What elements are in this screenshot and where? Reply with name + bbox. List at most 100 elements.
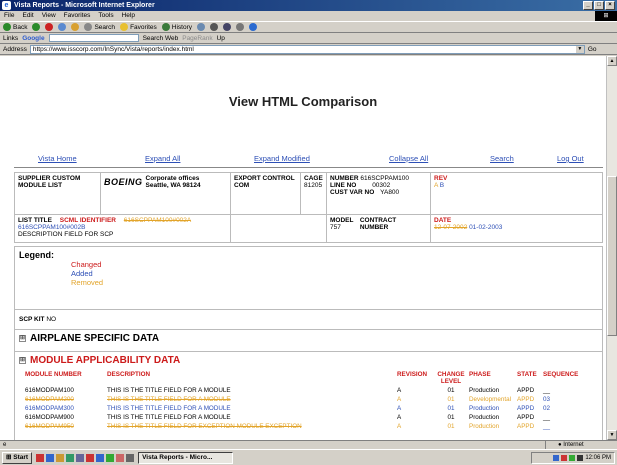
quicklaunch-app-icon[interactable] [76,453,85,462]
tray-icon[interactable] [553,455,560,461]
scml-label: SCML IDENTIFIER [59,217,116,224]
legend-title: Legend: [19,250,54,260]
google-logo[interactable]: Google [22,35,44,42]
module-section: ⊞ MODULE APPLICABILITY DATA MODULE NUMBE… [14,352,603,440]
edit-icon[interactable] [223,23,232,31]
contract-label: CONTRACT NUMBER [359,217,397,231]
messenger-icon[interactable] [249,23,258,31]
cell-sequence: __ [543,387,551,394]
system-tray: 12:06 PM [531,452,615,464]
vertical-scrollbar[interactable]: ▲ ▼ [606,56,617,440]
menu-help[interactable]: Help [122,11,135,21]
history-button[interactable]: History [161,23,193,31]
nav-links: Vista Home Expand All Expand Modified Co… [0,154,606,164]
links-toolbar: Links Google Search Web PageRank Up [0,33,617,44]
menu-favorites[interactable]: Favorites [64,11,91,21]
scml-new: 616SCPPAM100#002B [18,224,86,231]
mail-icon[interactable] [197,23,206,31]
scroll-down-icon[interactable]: ▼ [607,430,617,440]
cell-revision: A [397,387,402,394]
favorites-button[interactable]: Favorites [120,23,157,31]
table-row: 616MODPAM100 THIS IS THE TITLE FIELD FOR … [23,386,603,395]
line-label: LINE NO [330,182,357,189]
module-section-title[interactable]: MODULE APPLICABILITY DATA [30,355,180,366]
airplane-section-title[interactable]: AIRPLANE SPECIFIC DATA [30,333,159,344]
start-label: Start [13,453,29,461]
taskbar: ⊞ Start Vista Reports - Micro... 12:06 P… [0,449,617,465]
up-button[interactable]: Up [217,35,225,42]
line-value: 00302 [372,182,391,189]
boeing-cell: BOEING Corporate offices Seattle, WA 981… [100,172,231,215]
back-button[interactable]: Back [3,23,27,31]
start-button[interactable]: ⊞ Start [2,451,33,464]
print-icon[interactable] [210,23,219,31]
menu-file[interactable]: File [4,11,14,21]
menu-tools[interactable]: Tools [98,11,113,21]
quicklaunch-app-icon[interactable] [96,453,105,462]
export-control-label: EXPORT CONTROL COM [230,172,301,215]
minimize-button[interactable]: _ [583,1,593,10]
google-search-input[interactable] [48,34,139,42]
links-label[interactable]: Links [3,35,18,42]
list-title-value: DESCRIPTION FIELD FOR SCP [18,231,114,238]
refresh-icon[interactable] [58,23,67,31]
cell-change-level: 01 [447,405,455,412]
history-label: History [171,23,193,31]
search-button[interactable]: Search [84,23,115,31]
cell-state: APPD [517,423,535,430]
menu-view[interactable]: View [42,11,56,21]
custvar-label: CUST VAR NO [330,189,375,196]
page-content: View HTML Comparison Vista Home Expand A… [0,56,606,440]
nav-search[interactable]: Search [490,154,514,163]
search-web-button[interactable]: Search Web [143,35,179,42]
pagerank-button[interactable]: PageRank [182,35,212,42]
cell-sequence: 03 [543,396,551,403]
nav-collapse-all[interactable]: Collapse All [389,154,428,163]
number-value: 616SCPPAM100 [360,175,410,182]
nav-vista-home[interactable]: Vista Home [38,154,77,163]
taskbar-window-button[interactable]: Vista Reports - Micro... [138,451,234,464]
address-dropdown-icon[interactable]: ▼ [575,45,584,53]
discuss-icon[interactable] [236,23,245,31]
close-button[interactable]: × [605,1,615,10]
model-value: 757 [330,224,341,231]
nav-expand-all[interactable]: Expand All [145,154,180,163]
cell-sequence: 02 [543,405,551,412]
quicklaunch-app-icon[interactable] [126,453,135,462]
date-new: 01-02-2003 [469,224,503,231]
quicklaunch-ie-icon[interactable] [46,453,55,462]
module-table: MODULE NUMBER DESCRIPTION REVISION CHANG… [23,370,603,431]
quicklaunch-app-icon[interactable] [66,453,75,462]
cell-description: THIS IS THE TITLE FIELD FOR EXCEPTION MO… [107,423,302,430]
expand-icon[interactable]: ⊞ [19,335,26,342]
expand-icon[interactable]: ⊞ [19,357,26,364]
go-button[interactable]: Go [588,46,597,53]
menu-edit[interactable]: Edit [22,11,33,21]
page-title: View HTML Comparison [228,94,378,109]
quicklaunch-app-icon[interactable] [36,453,45,462]
cell-module-number: 616MODPAM100 [25,387,74,394]
stop-icon[interactable] [45,23,54,31]
quicklaunch-app-icon[interactable] [116,453,125,462]
airplane-section[interactable]: ⊞ AIRPLANE SPECIFIC DATA [14,330,603,352]
nav-log-out[interactable]: Log Out [557,154,584,163]
scroll-thumb[interactable] [607,176,617,336]
cell-module-number: 616MODPAM950 [25,423,74,430]
quicklaunch-folder-icon[interactable] [56,453,65,462]
header-table: SUPPLIER CUSTOM MODULE LIST BOEING Corpo… [14,172,603,243]
maximize-button[interactable]: □ [594,1,604,10]
home-icon[interactable] [71,23,80,31]
nav-expand-modified[interactable]: Expand Modified [254,154,310,163]
quicklaunch-app-icon[interactable] [86,453,95,462]
cell-change-level: 01 [447,387,455,394]
address-input[interactable]: https://www.isscorp.com/InSync/Vista/rep… [29,44,585,54]
tray-icon[interactable] [577,455,584,461]
cell-description: THIS IS THE TITLE FIELD FOR A MODULE [107,396,231,403]
col-state: STATE [517,371,537,378]
scroll-up-icon[interactable]: ▲ [607,56,617,66]
forward-arrow-icon[interactable] [32,23,41,31]
tray-icon[interactable] [561,455,568,461]
cell-change-level: 01 [447,414,455,421]
quicklaunch-app-icon[interactable] [106,453,115,462]
tray-icon[interactable] [569,455,576,461]
